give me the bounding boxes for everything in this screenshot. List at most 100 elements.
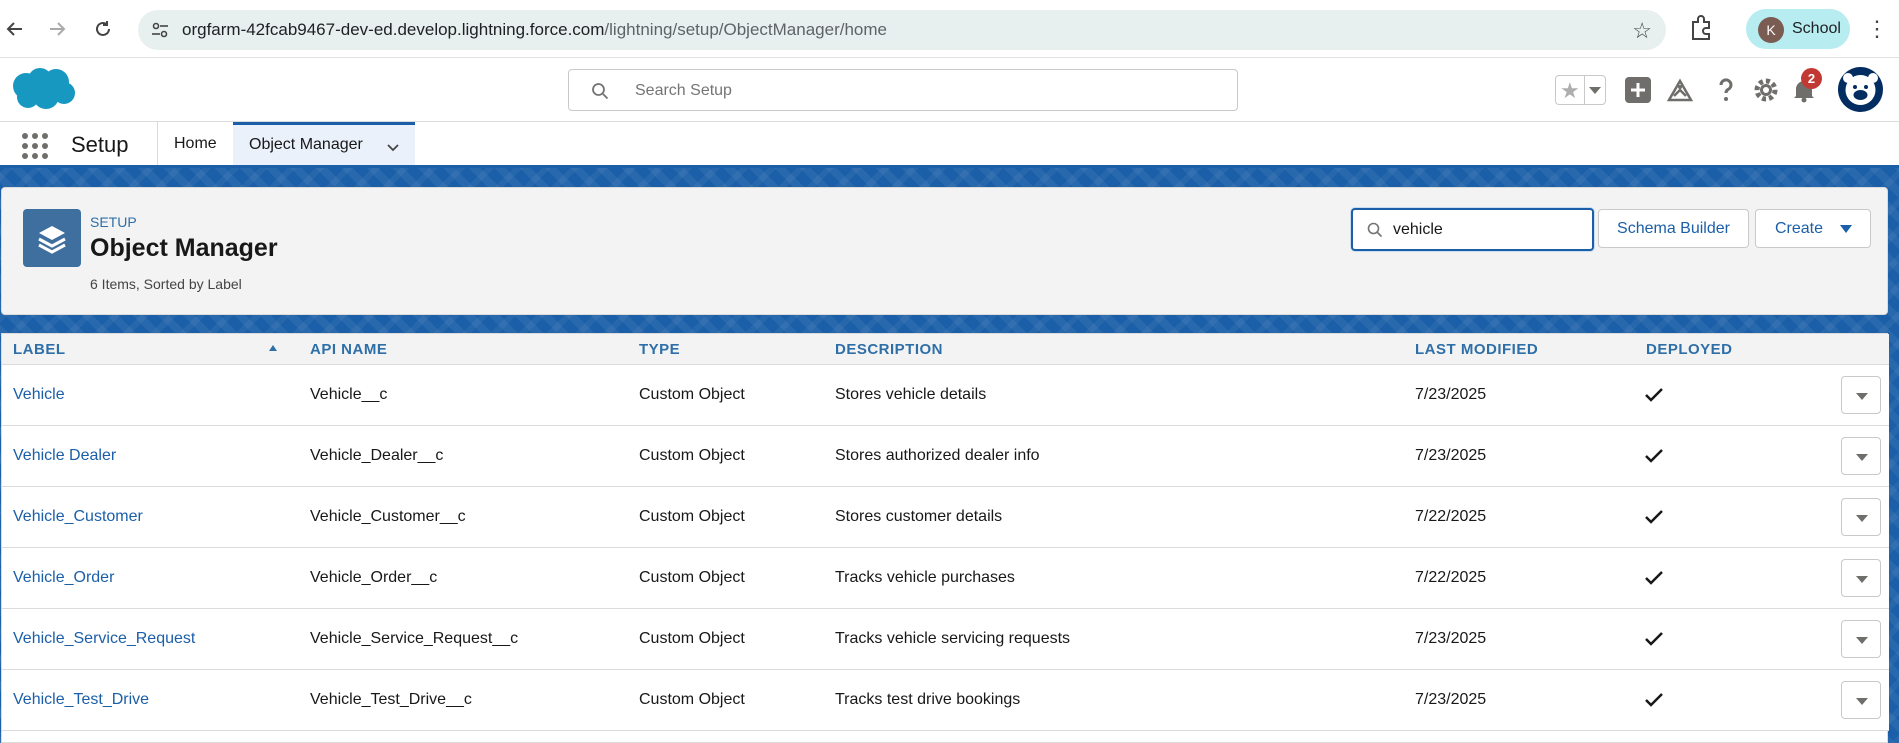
table-header: LABEL API NAME TYPE DESCRIPTION LAST MOD… [2,334,1889,365]
type-cell: Custom Object [639,386,745,403]
column-header-type[interactable]: TYPE [639,341,680,358]
chevron-down-icon [1856,576,1868,583]
table-row: Vehicle_Service_Request Vehicle_Service_… [2,609,1889,670]
search-setup-input[interactable]: Search Setup [568,69,1238,111]
deployed-check-icon [1645,693,1663,707]
object-label-link[interactable]: Vehicle_Test_Drive [13,691,149,709]
reload-icon[interactable] [88,14,118,44]
deployed-check-icon [1645,510,1663,524]
url-host: orgfarm-42fcab9467-dev-ed.develop.lightn… [182,20,605,39]
objects-table: LABEL API NAME TYPE DESCRIPTION LAST MOD… [1,333,1889,743]
trailhead-guidance-icon[interactable] [1666,76,1694,104]
chevron-down-icon [1856,637,1868,644]
setup-gear-icon[interactable] [1752,76,1780,104]
url-path: /lightning/setup/ObjectManager/home [604,20,887,39]
last-modified-cell: 7/22/2025 [1415,508,1487,525]
column-header-api-name[interactable]: API NAME [310,341,387,358]
global-header: Search Setup ★ 2 [0,58,1899,122]
search-icon [1367,222,1383,238]
tab-home[interactable]: Home [158,122,233,165]
tab-object-manager[interactable]: Object Manager [233,122,415,165]
row-actions-button[interactable] [1841,681,1881,719]
create-button[interactable]: Create [1755,209,1871,248]
app-navigation-bar: Setup Home Object Manager [0,122,1899,168]
global-actions-add-icon[interactable] [1624,76,1652,104]
deployed-check-icon [1645,632,1663,646]
object-label-link[interactable]: Vehicle_Customer [13,508,143,526]
favorites-button-group: ★ [1555,75,1606,105]
app-launcher-icon[interactable] [22,133,48,159]
last-modified-cell: 7/23/2025 [1415,630,1487,647]
description-cell: Tracks vehicle servicing requests [835,630,1071,647]
description-cell: Stores customer details [835,508,1003,525]
chevron-down-icon[interactable] [387,141,399,153]
forward-arrow-icon[interactable] [42,14,72,44]
browser-menu-icon[interactable]: ⋮ [1866,16,1888,44]
user-avatar[interactable] [1838,67,1883,112]
last-modified-cell: 7/22/2025 [1415,569,1487,586]
api-name-cell: Vehicle_Dealer__c [310,447,444,464]
back-arrow-icon[interactable] [0,14,30,44]
row-actions-button[interactable] [1841,620,1881,658]
type-cell: Custom Object [639,630,745,647]
user-avatar-icon [1843,73,1878,105]
row-actions-button[interactable] [1841,559,1881,597]
object-label-link[interactable]: Vehicle_Order [13,569,114,587]
row-actions-button[interactable] [1841,498,1881,536]
browser-toolbar: orgfarm-42fcab9467-dev-ed.develop.lightn… [0,0,1899,58]
profile-chip[interactable]: K School [1746,9,1850,49]
last-modified-cell: 7/23/2025 [1415,447,1487,464]
description-cell: Stores vehicle details [835,386,987,403]
schema-builder-button[interactable]: Schema Builder [1598,209,1749,248]
help-icon[interactable] [1712,76,1740,104]
row-actions-button[interactable] [1841,376,1881,414]
notification-count-badge: 2 [1801,68,1822,89]
tab-object-manager-label: Object Manager [249,136,363,153]
breadcrumb[interactable]: SETUP [90,214,137,230]
table-row: Vehicle_Customer Vehicle_Customer__c Cus… [2,487,1889,548]
search-setup-placeholder: Search Setup [635,82,732,99]
chevron-down-icon [1856,393,1868,400]
api-name-cell: Vehicle_Test_Drive__c [310,691,472,708]
row-actions-button[interactable] [1841,437,1881,475]
search-icon [592,83,609,100]
site-info-icon[interactable] [150,20,170,40]
api-name-cell: Vehicle_Service_Request__c [310,630,519,647]
create-caret-icon [1840,225,1852,233]
object-label-link[interactable]: Vehicle [13,386,65,404]
app-name: Setup [71,132,129,157]
profile-avatar: K [1758,17,1784,43]
create-button-label: Create [1775,220,1824,237]
api-name-cell: Vehicle__c [310,386,388,403]
table-row: Vehicle_Order Vehicle_Order__c Custom Ob… [2,548,1889,609]
profile-name: School [1792,20,1841,37]
page-header: SETUP Object Manager 6 Items, Sorted by … [1,187,1888,315]
object-label-link[interactable]: Vehicle_Service_Request [13,630,195,648]
column-header-last-modified[interactable]: LAST MODIFIED [1415,341,1538,358]
extensions-icon[interactable] [1688,14,1714,42]
object-label-link[interactable]: Vehicle Dealer [13,447,116,465]
chevron-down-icon [1856,454,1868,461]
column-header-deployed[interactable]: DEPLOYED [1646,341,1733,358]
chevron-down-icon [1856,698,1868,705]
favorites-list-caret-icon[interactable] [1589,87,1601,94]
salesforce-logo-icon[interactable] [6,64,78,114]
last-modified-cell: 7/23/2025 [1415,691,1487,708]
quick-find-box[interactable] [1351,208,1594,251]
column-header-label[interactable]: LABEL [13,341,66,358]
type-cell: Custom Object [639,447,745,464]
column-header-description[interactable]: DESCRIPTION [835,341,943,358]
object-manager-icon [23,209,81,267]
chevron-down-icon [1856,515,1868,522]
description-cell: Tracks test drive bookings [835,691,1021,708]
sort-ascending-icon[interactable] [269,345,277,351]
address-bar[interactable]: orgfarm-42fcab9467-dev-ed.develop.lightn… [138,10,1666,50]
type-cell: Custom Object [639,569,745,586]
description-cell: Stores authorized dealer info [835,447,1040,464]
quick-find-input[interactable] [1393,218,1583,242]
table-row: Vehicle Dealer Vehicle_Dealer__c Custom … [2,426,1889,487]
page-title: Object Manager [90,234,278,262]
bookmark-star-icon[interactable]: ☆ [1632,18,1652,44]
favorite-star-icon[interactable]: ★ [1560,78,1580,104]
items-sort-info: 6 Items, Sorted by Label [90,276,242,292]
